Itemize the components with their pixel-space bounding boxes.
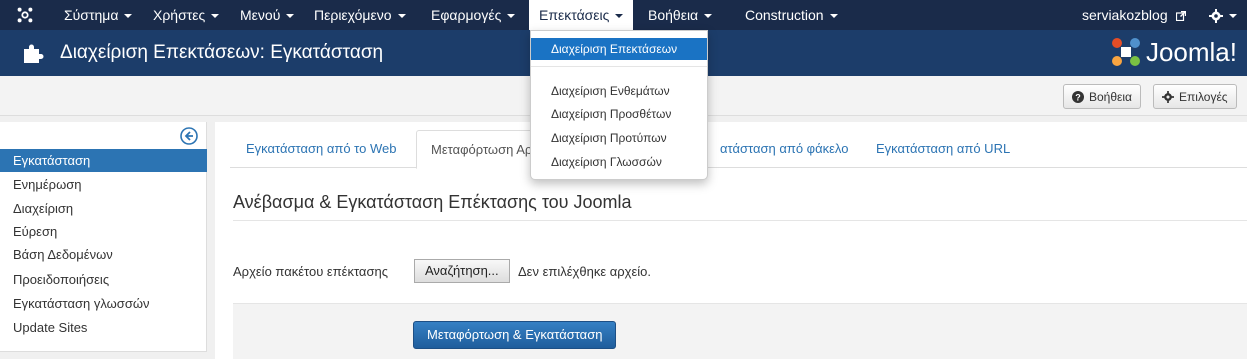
section-divider <box>233 220 1247 221</box>
section-title: Ανέβασμα & Εγκατάσταση Επέκτασης του Joo… <box>233 192 632 212</box>
extensions-dropdown: Διαχείριση Επεκτάσεων Διαχείριση Ενθεμάτ… <box>530 30 708 180</box>
dropdown-item-language-manager[interactable]: Διαχείριση Γλωσσών <box>531 151 707 173</box>
dropdown-item-plugin-manager[interactable]: Διαχείριση Προσθέτων <box>531 103 707 125</box>
help-button[interactable]: ? Βοήθεια <box>1063 84 1141 109</box>
svg-text:?: ? <box>1075 92 1081 102</box>
nav-extensions-label: Επεκτάσεις <box>539 7 610 23</box>
nav-help-label: Βοήθεια <box>648 7 699 23</box>
nav-system[interactable]: Σύστημα <box>64 0 133 30</box>
nav-menus[interactable]: Μενού <box>240 0 295 30</box>
browse-button[interactable]: Αναζήτηση... <box>414 259 510 283</box>
main-content: Εγκατάσταση από το Web Μεταφόρτωση Αρ ατ… <box>215 122 1247 359</box>
puzzle-icon <box>24 44 44 63</box>
joomla-logo: Joomla! <box>1110 36 1237 68</box>
sidebar-item-install[interactable]: Εγκατάσταση <box>0 149 207 172</box>
nav-construction[interactable]: Construction <box>745 0 838 30</box>
settings-menu[interactable] <box>1209 0 1237 30</box>
help-label: Βοήθεια <box>1089 89 1132 104</box>
dropdown-item-extension-manager[interactable]: Διαχείριση Επεκτάσεων <box>531 38 707 60</box>
joomla-brand: Joomla! <box>1145 36 1237 67</box>
no-file-text: Δεν επιλέχθηκε αρχείο. <box>518 264 651 279</box>
install-tabs: Εγκατάσταση από το Web Μεταφόρτωση Αρ ατ… <box>230 130 1247 169</box>
dropdown-item-module-manager[interactable]: Διαχείριση Ενθεμάτων <box>531 80 707 102</box>
sidebar-item-manage[interactable]: Διαχείριση <box>0 197 207 220</box>
nav-menus-label: Μενού <box>240 7 281 23</box>
package-file-label: Αρχείο πακέτου επέκτασης <box>233 264 388 279</box>
page-title: Διαχείριση Επεκτάσεων: Εγκατάσταση <box>60 42 384 63</box>
dropdown-divider <box>531 66 707 67</box>
sidebar-item-update-sites[interactable]: Update Sites <box>0 316 207 339</box>
upload-install-button[interactable]: Μεταφόρτωση & Εγκατάσταση <box>413 321 617 349</box>
site-link[interactable]: serviakozblog <box>1082 0 1186 30</box>
tab-install-url[interactable]: Εγκατάσταση από URL <box>862 130 1024 168</box>
site-name: serviakozblog <box>1082 7 1168 23</box>
options-label: Επιλογές <box>1179 89 1228 104</box>
nav-system-label: Σύστημα <box>64 7 119 23</box>
tab-install-web[interactable]: Εγκατάσταση από το Web <box>232 130 410 168</box>
sidebar-item-install-languages[interactable]: Εγκατάσταση γλωσσών <box>0 292 207 315</box>
nav-content[interactable]: Περιεχόμενο <box>314 0 406 30</box>
top-navbar: Σύστημα Χρήστες Μενού Περιεχόμενο Εφαρμο… <box>0 0 1247 30</box>
nav-help[interactable]: Βοήθεια <box>648 0 713 30</box>
sidebar: Εγκατάσταση Ενημέρωση Διαχείριση Εύρεση … <box>0 122 207 352</box>
sidebar-item-discover[interactable]: Εύρεση <box>0 220 207 243</box>
collapse-sidebar-icon[interactable] <box>180 127 198 145</box>
joomla-logo-icon <box>1111 38 1140 66</box>
external-link-icon <box>1175 11 1186 22</box>
nav-content-label: Περιεχόμενο <box>314 7 392 23</box>
options-button[interactable]: Επιλογές <box>1153 84 1237 109</box>
dropdown-item-template-manager[interactable]: Διαχείριση Προτύπων <box>531 127 707 149</box>
nav-construction-label: Construction <box>745 7 824 23</box>
nav-users[interactable]: Χρήστες <box>153 0 220 30</box>
sidebar-item-database[interactable]: Βάση Δεδομένων <box>0 243 207 266</box>
gear-icon <box>1209 9 1223 24</box>
nav-components[interactable]: Εφαρμογές <box>431 0 516 30</box>
joomla-menu-icon[interactable] <box>0 0 50 30</box>
nav-extensions[interactable]: Επεκτάσεις <box>529 0 634 30</box>
tab-upload-package[interactable]: Μεταφόρτωση Αρ <box>416 130 548 169</box>
nav-users-label: Χρήστες <box>153 7 206 23</box>
nav-components-label: Εφαρμογές <box>431 7 502 23</box>
sidebar-item-warnings[interactable]: Προειδοποιήσεις <box>0 268 207 291</box>
sidebar-item-update[interactable]: Ενημέρωση <box>0 173 207 196</box>
question-icon: ? <box>1072 90 1084 103</box>
tab-install-folder[interactable]: ατάσταση από φάκελο <box>706 130 862 168</box>
gear-icon <box>1162 90 1174 103</box>
form-actions: Μεταφόρτωση & Εγκατάσταση <box>233 303 1247 359</box>
